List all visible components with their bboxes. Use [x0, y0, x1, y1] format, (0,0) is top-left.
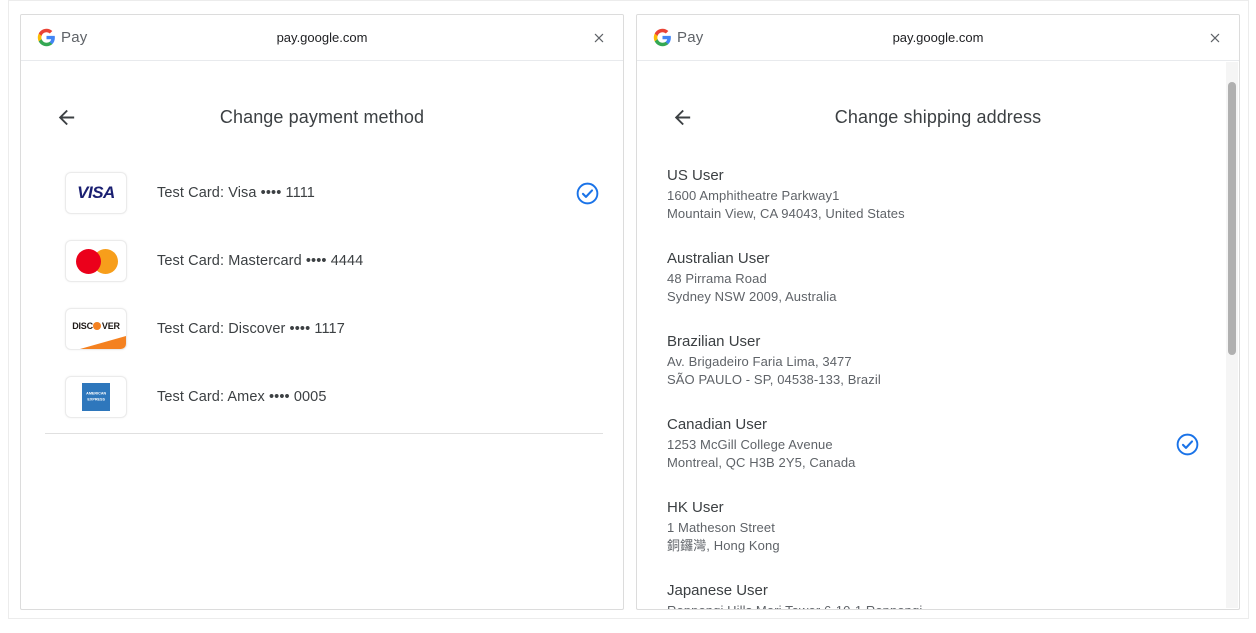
- origin-domain: pay.google.com: [637, 30, 1239, 45]
- payment-dialog-titlebar: Pay pay.google.com: [21, 15, 623, 61]
- shipping-address-dialog: Pay pay.google.com Change shipping addre…: [636, 14, 1240, 610]
- amex-logo: AMERICAN EXPRESS: [65, 376, 127, 418]
- dialog-title: Change shipping address: [637, 107, 1239, 128]
- address-line2: SÃO PAULO - SP, 04538-133, Brazil: [667, 371, 1199, 389]
- address-line1: Roppongi Hills Mori Tower 6-10-1 Roppong…: [667, 602, 1199, 610]
- address-name: Canadian User: [667, 416, 1199, 433]
- address-name: Australian User: [667, 250, 1199, 267]
- gpay-logo-text: Pay: [677, 29, 703, 46]
- check-circle-icon: [576, 182, 599, 205]
- shipping-dialog-titlebar: Pay pay.google.com: [637, 15, 1239, 61]
- address-option-brazil[interactable]: Brazilian User Av. Brigadeiro Faria Lima…: [667, 333, 1199, 389]
- shipping-dialog-nav: Change shipping address: [637, 85, 1239, 149]
- close-button[interactable]: [1207, 30, 1223, 46]
- address-line1: Av. Brigadeiro Faria Lima, 3477: [667, 353, 1199, 371]
- payment-dialog-nav: Change payment method: [21, 85, 623, 149]
- payment-method-list: VISA Test Card: Visa •••• 1111 Test Card…: [21, 159, 623, 431]
- amex-blue-square: AMERICAN EXPRESS: [82, 383, 110, 411]
- list-divider: [45, 433, 603, 434]
- gpay-logo: Pay: [37, 28, 87, 47]
- payment-option-label: Test Card: Amex •••• 0005: [157, 389, 327, 405]
- address-name: US User: [667, 167, 1199, 184]
- address-option-japan[interactable]: Japanese User Roppongi Hills Mori Tower …: [667, 582, 1199, 610]
- address-line1: 1253 McGill College Avenue: [667, 436, 1199, 454]
- address-option-canada[interactable]: Canadian User 1253 McGill College Avenue…: [667, 416, 1199, 472]
- address-name: Japanese User: [667, 582, 1199, 599]
- google-g-icon: [37, 28, 56, 47]
- dialog-title: Change payment method: [21, 107, 623, 128]
- discover-logo: DISC VER: [65, 308, 127, 350]
- address-line2: 銅鑼灣, Hong Kong: [667, 537, 1199, 555]
- arrow-left-icon: [55, 106, 78, 129]
- origin-domain: pay.google.com: [21, 30, 623, 45]
- address-line2: Montreal, QC H3B 2Y5, Canada: [667, 454, 1199, 472]
- payment-method-dialog: Pay pay.google.com Change payment method…: [20, 14, 624, 610]
- mastercard-red-circle: [76, 249, 101, 274]
- address-option-us[interactable]: US User 1600 Amphitheatre Parkway1 Mount…: [667, 167, 1199, 223]
- visa-logo-text: VISA: [77, 183, 115, 203]
- payment-option-label: Test Card: Visa •••• 1111: [157, 185, 315, 201]
- arrow-left-icon: [671, 106, 694, 129]
- address-option-australia[interactable]: Australian User 48 Pirrama Road Sydney N…: [667, 250, 1199, 306]
- shipping-address-list: US User 1600 Amphitheatre Parkway1 Mount…: [637, 167, 1239, 610]
- back-button[interactable]: [671, 106, 694, 129]
- discover-swoosh: [80, 336, 126, 349]
- scrollbar-track[interactable]: [1226, 62, 1238, 608]
- scrollbar-thumb[interactable]: [1228, 82, 1236, 355]
- address-line2: Mountain View, CA 94043, United States: [667, 205, 1199, 223]
- gpay-logo: Pay: [653, 28, 703, 47]
- address-name: HK User: [667, 499, 1199, 516]
- address-line1: 1600 Amphitheatre Parkway1: [667, 187, 1199, 205]
- payment-option-visa[interactable]: VISA Test Card: Visa •••• 1111: [65, 159, 599, 227]
- address-line2: Sydney NSW 2009, Australia: [667, 288, 1199, 306]
- close-icon: [591, 30, 607, 46]
- close-button[interactable]: [591, 30, 607, 46]
- discover-logo-text: DISC VER: [72, 321, 120, 331]
- gpay-logo-text: Pay: [61, 29, 87, 46]
- address-name: Brazilian User: [667, 333, 1199, 350]
- mastercard-logo: [65, 240, 127, 282]
- close-icon: [1207, 30, 1223, 46]
- address-line1: 1 Matheson Street: [667, 519, 1199, 537]
- check-circle-icon: [1176, 433, 1199, 456]
- payment-option-discover[interactable]: DISC VER Test Card: Discover •••• 1117: [65, 295, 599, 363]
- payment-option-label: Test Card: Discover •••• 1117: [157, 321, 345, 337]
- visa-logo: VISA: [65, 172, 127, 214]
- address-line1: 48 Pirrama Road: [667, 270, 1199, 288]
- google-g-icon: [653, 28, 672, 47]
- discover-orange-dot: [93, 322, 101, 330]
- back-button[interactable]: [55, 106, 78, 129]
- payment-option-label: Test Card: Mastercard •••• 4444: [157, 253, 363, 269]
- payment-option-mastercard[interactable]: Test Card: Mastercard •••• 4444: [65, 227, 599, 295]
- payment-option-amex[interactable]: AMERICAN EXPRESS Test Card: Amex •••• 00…: [65, 363, 599, 431]
- address-option-hk[interactable]: HK User 1 Matheson Street 銅鑼灣, Hong Kong: [667, 499, 1199, 555]
